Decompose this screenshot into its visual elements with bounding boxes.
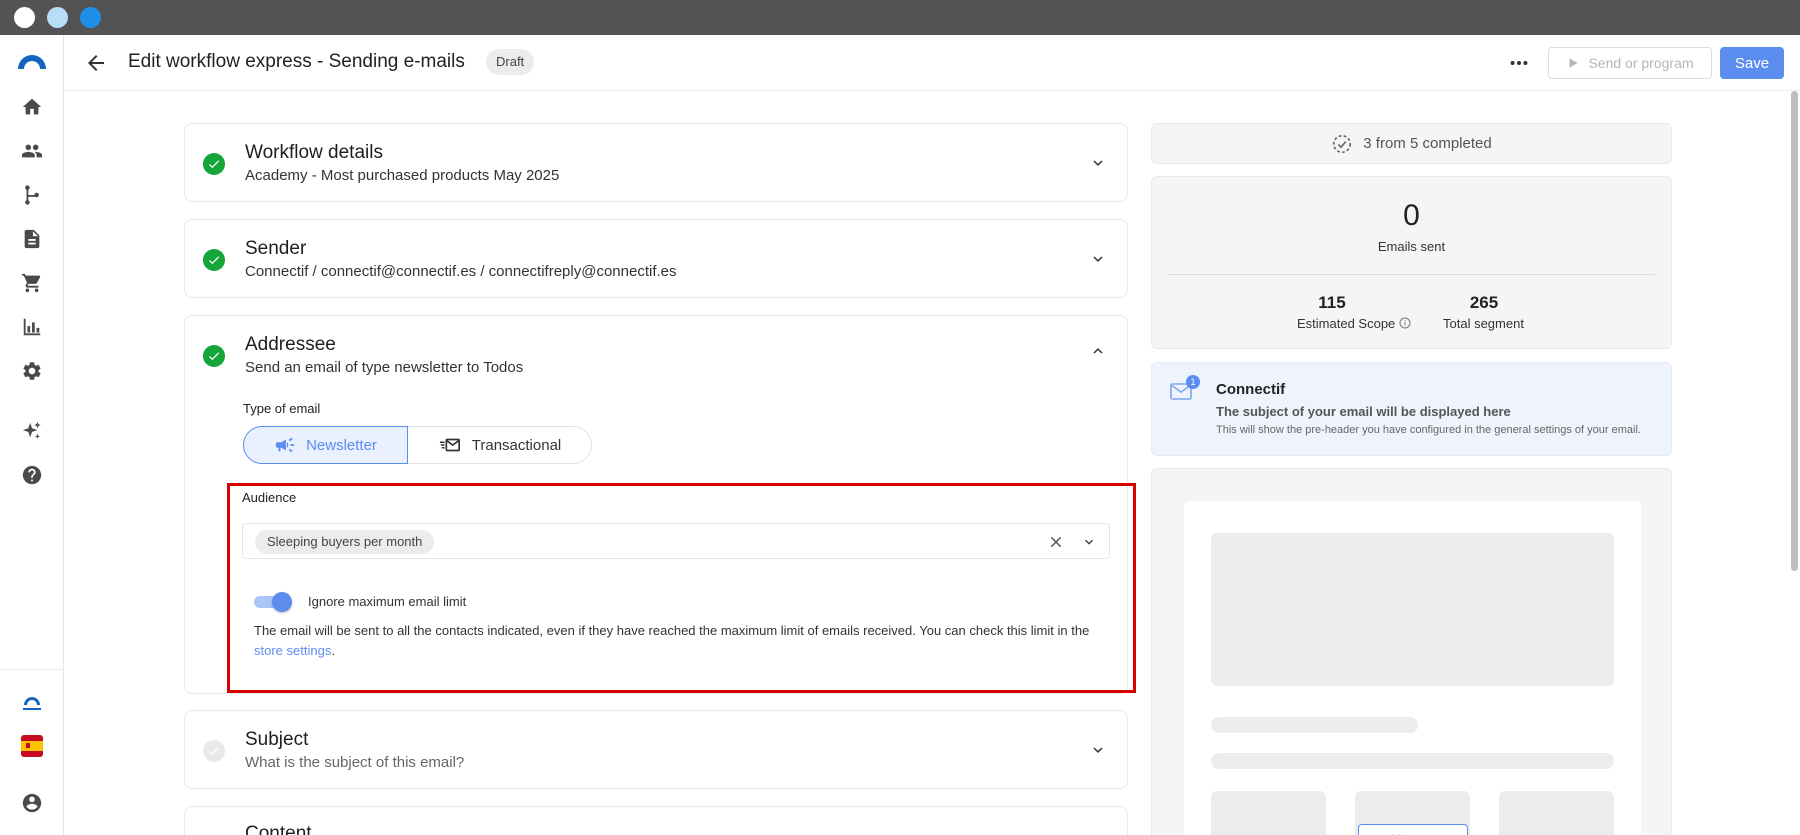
skeleton-block: [1211, 791, 1326, 835]
account-logo-icon[interactable]: [18, 689, 46, 717]
ignore-limit-toggle[interactable]: [254, 592, 292, 612]
subject-card[interactable]: Subject What is the subject of this emai…: [184, 710, 1128, 789]
chevron-down-icon[interactable]: [1089, 154, 1107, 172]
audience-chip[interactable]: Sleeping buyers per month: [255, 530, 435, 554]
step-title: Sender: [245, 238, 307, 259]
preview-canvas: Add content: [1184, 501, 1641, 835]
estimated-scope-value: 115: [1318, 293, 1346, 312]
send-or-program-label: Send or program: [1588, 55, 1694, 71]
info-icon[interactable]: [1399, 317, 1411, 329]
help-text-body: The email will be sent to all the contac…: [254, 623, 1090, 638]
megaphone-icon: [275, 437, 295, 453]
step-subtitle: Academy - Most purchased products May 20…: [245, 167, 560, 184]
step-title: Content: [245, 823, 312, 835]
email-body-preview: Add content: [1151, 468, 1672, 835]
preview-sender: Connectif: [1216, 381, 1286, 398]
completion-progress: 3 from 5 completed: [1151, 123, 1672, 164]
skeleton-block: [1499, 791, 1614, 835]
home-icon[interactable]: [20, 95, 44, 119]
back-arrow-icon[interactable]: [84, 51, 108, 75]
step-subtitle: What is the subject of this email?: [245, 754, 465, 771]
completed-check-icon: [203, 249, 225, 271]
email-preview-header: 1 Connectif The subject of your email wi…: [1151, 362, 1672, 456]
total-segment-value: 265: [1469, 293, 1499, 312]
audience-label: Audience: [242, 490, 297, 505]
newsletter-option[interactable]: Newsletter: [243, 426, 408, 464]
analytics-icon[interactable]: [20, 315, 44, 339]
audience-select[interactable]: Sleeping buyers per month: [242, 523, 1110, 559]
emails-sent-value: 0: [1403, 199, 1420, 232]
estimated-scope-label: Estimated Scope: [1297, 316, 1396, 331]
add-content-button[interactable]: Add content: [1358, 824, 1468, 835]
unread-badge: 1: [1186, 375, 1200, 389]
email-type-label: Type of email: [243, 401, 321, 416]
store-settings-link[interactable]: store settings: [254, 643, 331, 658]
newsletter-option-label: Newsletter: [306, 436, 377, 454]
transactional-option[interactable]: Transactional: [408, 426, 592, 464]
help-text-end: .: [331, 643, 335, 658]
sender-card[interactable]: Sender Connectif / connectif@connectif.e…: [184, 219, 1128, 298]
header-bar: Edit workflow express - Sending e-mails …: [64, 35, 1800, 91]
toggle-knob: [272, 592, 292, 612]
step-title: Subject: [245, 729, 309, 750]
send-or-program-button[interactable]: Send or program: [1548, 47, 1712, 79]
chevron-down-icon[interactable]: [1089, 250, 1107, 268]
cart-icon[interactable]: [20, 271, 44, 295]
chevron-down-icon[interactable]: [1089, 741, 1107, 759]
completed-check-icon: [203, 345, 225, 367]
emails-sent-label: Emails sent: [1377, 239, 1446, 254]
page-scrollbar[interactable]: [1791, 91, 1798, 571]
stats-panel: 0 Emails sent 115 Estimated Scope 265 To…: [1151, 176, 1672, 349]
completed-check-icon: [203, 153, 225, 175]
clear-icon[interactable]: [1047, 533, 1065, 551]
progress-text: 3 from 5 completed: [1363, 135, 1492, 152]
contacts-icon[interactable]: [20, 139, 44, 163]
chevron-up-icon[interactable]: [1089, 342, 1107, 360]
workflow-details-card[interactable]: Workflow details Academy - Most purchase…: [184, 123, 1128, 202]
estimated-scope-caption: Estimated Scope: [1297, 316, 1411, 331]
preview-subject: The subject of your email will be displa…: [1216, 404, 1511, 419]
save-button[interactable]: Save: [1720, 47, 1784, 79]
limit-help-text: The email will be sent to all the contac…: [254, 621, 1094, 661]
pending-check-icon: [203, 740, 225, 762]
logo-icon[interactable]: [16, 49, 48, 73]
stats-divider: [1168, 274, 1655, 275]
preview-preheader: This will show the pre-header you have c…: [1216, 424, 1641, 436]
workflow-icon[interactable]: [20, 183, 44, 207]
progress-circle-icon: [1333, 134, 1352, 153]
window-close-dot[interactable]: [14, 7, 35, 28]
page-title: Edit workflow express - Sending e-mails: [128, 51, 465, 72]
skeleton-line: [1211, 717, 1418, 733]
step-title: Workflow details: [245, 142, 383, 163]
total-segment-label: Total segment: [1443, 316, 1524, 331]
window-maximize-dot[interactable]: [80, 7, 101, 28]
ai-sparkle-icon[interactable]: [20, 419, 44, 443]
step-subtitle: Connectif / connectif@connectif.es / con…: [245, 263, 677, 280]
spain-flag-icon[interactable]: [21, 735, 43, 757]
transactional-option-label: Transactional: [471, 436, 562, 454]
audience-highlight-box: [227, 483, 1136, 693]
window-minimize-dot[interactable]: [47, 7, 68, 28]
help-icon[interactable]: [20, 463, 44, 487]
content-card[interactable]: Content: [184, 806, 1128, 835]
ignore-limit-label: Ignore maximum email limit: [308, 594, 467, 609]
document-icon[interactable]: [20, 227, 44, 251]
skeleton-line: [1211, 753, 1614, 769]
settings-icon[interactable]: [20, 359, 44, 383]
step-title: Addressee: [245, 334, 336, 355]
play-icon: [1569, 58, 1579, 68]
fast-mail-icon: [439, 438, 460, 452]
sidebar: [0, 35, 64, 835]
chevron-down-icon[interactable]: [1081, 534, 1097, 550]
sidebar-divider: [0, 669, 63, 670]
more-options-icon[interactable]: [1504, 51, 1534, 75]
email-type-toggle-group: Newsletter Transactional: [243, 426, 592, 464]
step-subtitle: Send an email of type newsletter to Todo…: [245, 359, 524, 376]
skeleton-image: [1211, 533, 1614, 686]
status-badge: Draft: [486, 49, 535, 75]
user-account-icon[interactable]: [20, 791, 44, 815]
window-titlebar: [0, 0, 1800, 35]
